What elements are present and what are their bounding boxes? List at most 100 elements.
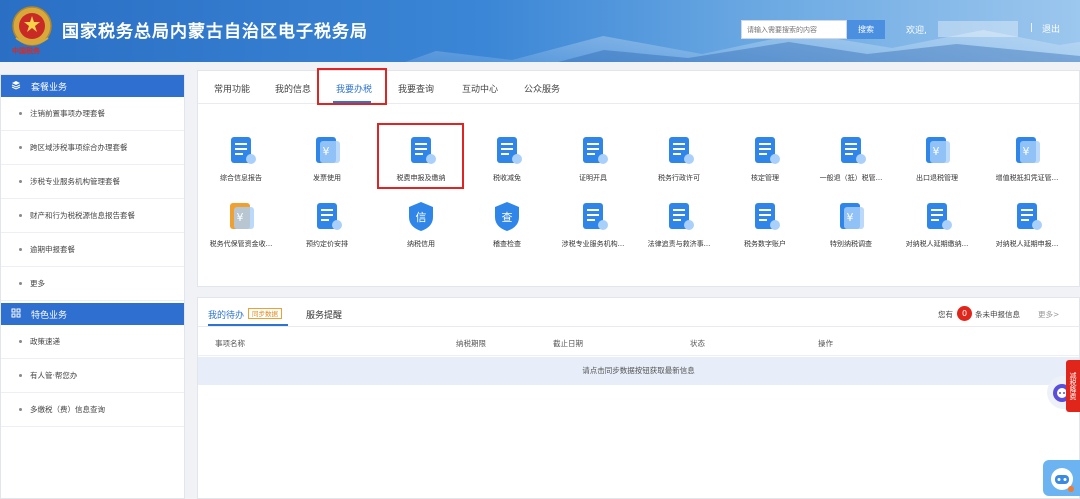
app-tile[interactable]: ¥ 特别纳税调查 [808, 199, 894, 259]
app-tile[interactable]: ¥ 增值税抵扣凭证管... [984, 133, 1070, 193]
robot-assistant-button[interactable] [1043, 460, 1080, 496]
bullet-icon [19, 340, 22, 343]
sidebar-feature-item[interactable]: 有人管·帮您办 [1, 359, 184, 393]
app-label: 稽查检查 [493, 240, 521, 248]
tax-emblem-icon: 中国税务 [10, 4, 54, 56]
app-tile[interactable]: ¥ 发票使用 [284, 133, 370, 193]
app-tile[interactable]: 税收减免 [464, 133, 550, 193]
app-tile[interactable]: 对纳税人延期缴纳... [894, 199, 980, 259]
svg-text:¥: ¥ [237, 211, 244, 224]
sidebar-package-item-label: 更多 [30, 279, 45, 288]
export-refund-icon: ¥ [920, 133, 954, 167]
sidebar-feature-item[interactable]: 多缴税（费）信息查询 [1, 393, 184, 427]
welcome-text: 欢迎, [906, 26, 927, 36]
sidebar-feature-header[interactable]: 特色业务 [1, 303, 184, 325]
bullet-icon [19, 214, 22, 217]
todo-panel: 我的待办 同步数据 服务提醒 您有 0 条未申报信息 更多> 事项名称 纳税期限… [197, 297, 1080, 499]
todo-tab-divider [198, 326, 1079, 327]
app-label: 对纳税人延期缴纳... [905, 240, 969, 248]
sidebar-package-item[interactable]: 跨区域涉税事项综合办理套餐 [1, 131, 184, 165]
app-label: 核定管理 [751, 174, 779, 182]
col-tax-period: 纳税期限 [456, 339, 486, 348]
fund-icon: ¥ [224, 199, 258, 233]
tab-4[interactable]: 互动中心 [462, 82, 498, 95]
search-input[interactable] [741, 20, 847, 39]
tax-reduction-side-tab[interactable]: 减税降费 [1066, 360, 1080, 412]
app-tile[interactable]: 信纳税信用 [378, 199, 464, 259]
sidebar-package-header[interactable]: 套餐业务 [1, 75, 184, 97]
sidebar-package-item[interactable]: 财产和行为税税源信息报告套餐 [1, 199, 184, 233]
bullet-icon [19, 146, 22, 149]
tab-5[interactable]: 公众服务 [524, 82, 560, 95]
deferred-declare-icon [1010, 199, 1044, 233]
app-tile[interactable]: 法律追责与救济事... [636, 199, 722, 259]
app-label: 对纳税人延期申报... [995, 240, 1059, 248]
tab-3[interactable]: 我要查询 [398, 82, 434, 95]
col-actions: 操作 [818, 339, 833, 348]
more-link[interactable]: 更多> [1038, 309, 1059, 320]
refund-icon [834, 133, 868, 167]
tab-my-todo[interactable]: 我的待办 [208, 308, 244, 321]
app-tile[interactable]: 对纳税人延期申报... [984, 199, 1070, 259]
app-label: 税费申报及缴纳 [396, 174, 446, 182]
app-tile[interactable]: 预约定价安排 [284, 199, 370, 259]
app-label: 法律追责与救济事... [647, 240, 711, 248]
sidebar: 套餐业务 注销前置事项办理套餐跨区域涉税事项综合办理套餐涉税专业服务机构管理套餐… [0, 74, 185, 499]
bullet-icon [19, 374, 22, 377]
svg-text:¥: ¥ [933, 145, 940, 158]
app-tile[interactable]: 涉税专业服务机构... [550, 199, 636, 259]
sidebar-package-item[interactable]: 更多 [1, 267, 184, 301]
sidebar-package-title: 套餐业务 [31, 82, 68, 93]
bullet-icon [19, 408, 22, 411]
notice-prefix: 您有 [938, 310, 953, 319]
app-label: 证明开具 [579, 174, 607, 182]
bullet-icon [19, 282, 22, 285]
sidebar-feature-item[interactable]: 政策速递 [1, 325, 184, 359]
svg-text:¥: ¥ [1023, 145, 1030, 158]
sidebar-package-item-label: 涉税专业服务机构管理套餐 [30, 177, 120, 186]
logout-link[interactable]: 退出 [1042, 22, 1060, 35]
bullet-icon [19, 180, 22, 183]
site-title: 国家税务总局内蒙古自治区电子税务局 [62, 22, 368, 42]
app-label: 税务行政许可 [658, 174, 700, 182]
app-tile[interactable]: 查稽查检查 [464, 199, 550, 259]
tab-1[interactable]: 我的信息 [275, 82, 311, 95]
sync-data-button[interactable]: 同步数据 [248, 308, 282, 319]
app-label: 税务代保管资金收... [209, 240, 273, 248]
undeclared-count-badge: 0 [957, 306, 972, 321]
sidebar-feature-title: 特色业务 [31, 310, 68, 321]
tab-0[interactable]: 常用功能 [214, 82, 250, 95]
service-panel: 常用功能 我的信息 我要办税 我要查询 互动中心 公众服务 综合信息报告 ¥ 发票使用 税费… [197, 68, 1080, 287]
app-tile[interactable]: ¥ 出口退税管理 [894, 133, 980, 193]
app-tile[interactable]: 综合信息报告 [198, 133, 284, 193]
credit-icon: 信 [404, 199, 438, 233]
bullet-icon [19, 248, 22, 251]
emblem-caption: 中国税务 [12, 47, 40, 55]
app-tile[interactable]: 一般退（抵）税管... [808, 133, 894, 193]
app-tile[interactable]: 核定管理 [722, 133, 808, 193]
app-tile[interactable]: 证明开具 [550, 133, 636, 193]
svg-text:信: 信 [416, 211, 427, 224]
agency-icon [576, 199, 610, 233]
tab-service-reminder[interactable]: 服务提醒 [306, 308, 342, 321]
app-tile[interactable]: 税务行政许可 [636, 133, 722, 193]
todo-empty-message: 请点击同步数据按钮获取最新信息 [198, 357, 1079, 385]
todo-table-header: 事项名称 纳税期限 截止日期 状态 操作 [198, 330, 1079, 356]
sidebar-package-item[interactable]: 涉税专业服务机构管理套餐 [1, 165, 184, 199]
app-tile[interactable]: 税费申报及缴纳 [378, 133, 464, 193]
sidebar-package-item-label: 注销前置事项办理套餐 [30, 109, 105, 118]
layers-icon [11, 80, 25, 93]
app-label: 综合信息报告 [220, 174, 262, 182]
app-tile[interactable]: ¥ 税务代保管资金收... [198, 199, 284, 259]
sidebar-feature-item-label: 政策速递 [30, 337, 60, 346]
sidebar-package-item[interactable]: 逾期申报套餐 [1, 233, 184, 267]
search-button[interactable]: 搜索 [847, 20, 885, 39]
app-tile[interactable]: 税务数字账户 [722, 199, 808, 259]
report-icon [224, 133, 258, 167]
grid-icon [11, 308, 25, 321]
investigation-icon: ¥ [834, 199, 868, 233]
certificate-icon [576, 133, 610, 167]
sidebar-package-item[interactable]: 注销前置事项办理套餐 [1, 97, 184, 131]
account-icon [748, 199, 782, 233]
svg-text:查: 查 [502, 210, 513, 224]
